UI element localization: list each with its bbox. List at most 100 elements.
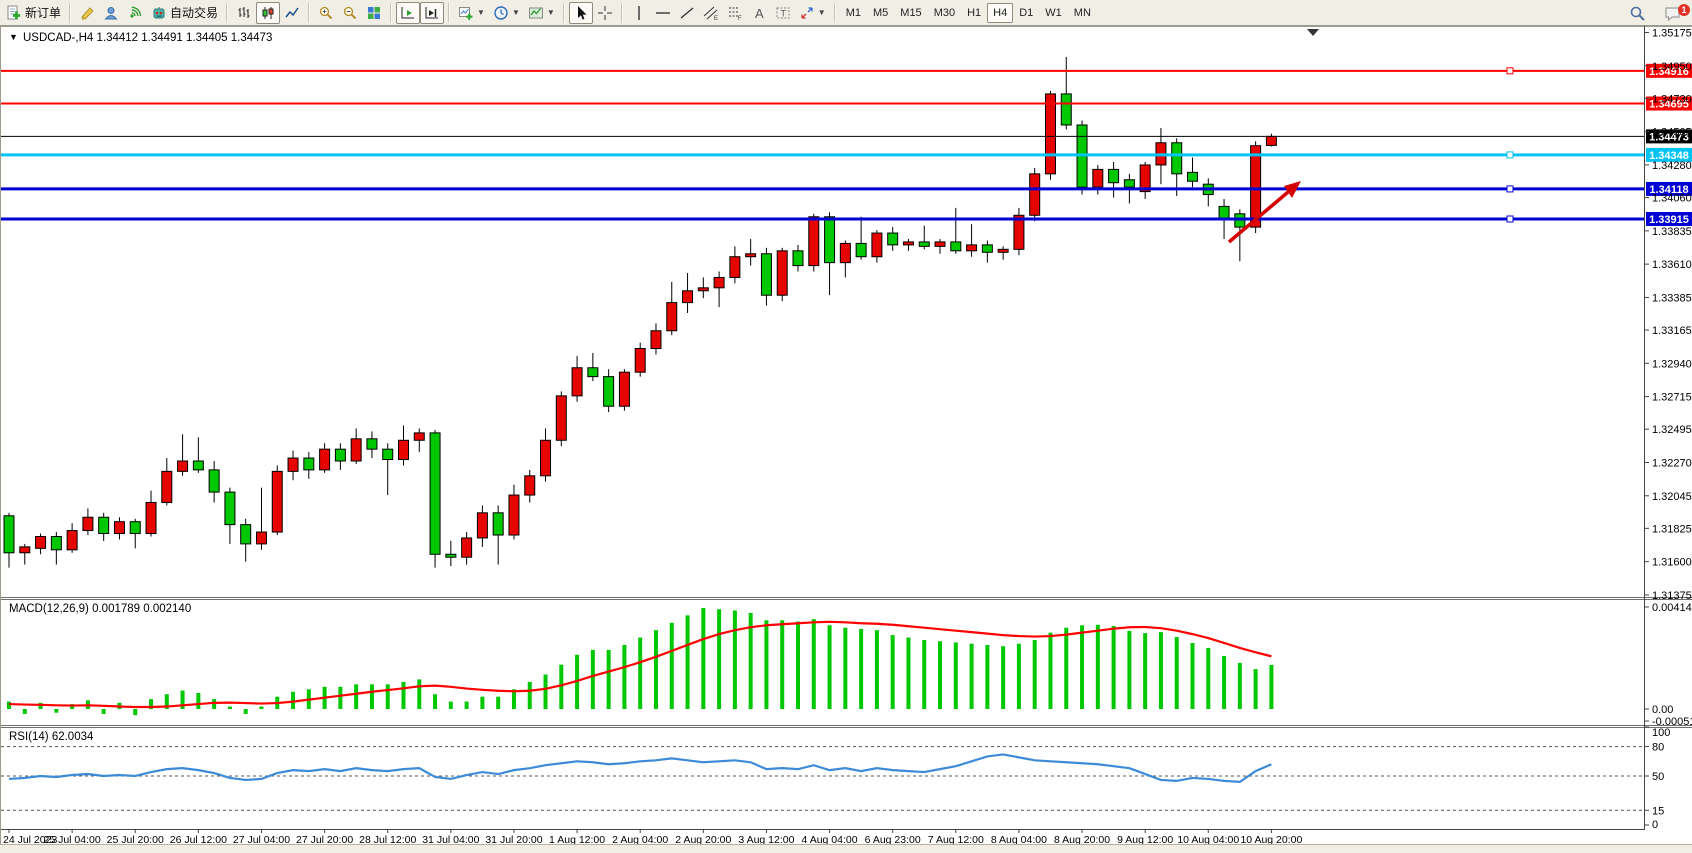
metaeditor-button[interactable] xyxy=(75,2,99,24)
svg-text:0.004142: 0.004142 xyxy=(1652,602,1692,614)
chevron-down-icon: ▼ xyxy=(477,8,485,17)
svg-text:28 Jul 12:00: 28 Jul 12:00 xyxy=(359,834,416,844)
svg-text:1.35175: 1.35175 xyxy=(1652,27,1692,39)
svg-text:8 Aug 20:00: 8 Aug 20:00 xyxy=(1054,834,1110,844)
candle-body xyxy=(793,251,803,266)
bar-chart-button[interactable] xyxy=(232,2,256,24)
community-button[interactable] xyxy=(99,2,123,24)
svg-text:1.32495: 1.32495 xyxy=(1652,424,1692,436)
svg-text:2 Aug 04:00: 2 Aug 04:00 xyxy=(612,834,668,844)
candle-body xyxy=(1266,136,1276,145)
candle-body xyxy=(130,522,140,534)
candle-body xyxy=(856,243,866,256)
vertical-line-tool-button[interactable] xyxy=(627,2,651,24)
channel-tool-button[interactable]: E xyxy=(699,2,723,24)
chat-button[interactable]: 1 xyxy=(1660,2,1686,24)
chart-shift-button[interactable] xyxy=(420,2,444,24)
svg-text:2 Aug 20:00: 2 Aug 20:00 xyxy=(675,834,731,844)
chart-window[interactable]: 1.349161.346951.344731.343481.341181.339… xyxy=(0,26,1692,844)
svg-text:6 Aug 23:00: 6 Aug 23:00 xyxy=(865,834,921,844)
cursor-tool-button[interactable] xyxy=(569,2,593,24)
fibonacci-tool-button[interactable]: F xyxy=(723,2,747,24)
new-chart-button[interactable]: ▼ xyxy=(454,2,489,24)
svg-text:31 Jul 04:00: 31 Jul 04:00 xyxy=(422,834,479,844)
line-handle[interactable] xyxy=(1507,216,1513,222)
profiles-button[interactable]: ▼ xyxy=(489,2,524,24)
candle-body xyxy=(146,502,156,533)
svg-text:1.33835: 1.33835 xyxy=(1652,226,1692,238)
candle-body xyxy=(556,396,566,440)
line-chart-button[interactable] xyxy=(280,2,304,24)
tab-timeframe-m5[interactable]: M5 xyxy=(867,3,894,23)
chart-canvas[interactable]: 1.349161.346951.344731.343481.341181.339… xyxy=(1,26,1692,844)
candle-body xyxy=(777,251,787,295)
channel-icon: E xyxy=(703,5,719,21)
svg-text:1.33165: 1.33165 xyxy=(1652,325,1692,337)
svg-text:10 Aug 04:00: 10 Aug 04:00 xyxy=(1177,834,1239,844)
svg-text:1.33385: 1.33385 xyxy=(1652,292,1692,304)
candle-body xyxy=(667,303,677,331)
vertical-line-icon xyxy=(631,5,647,21)
new-order-button[interactable]: 新订单 xyxy=(2,2,65,24)
candle-body xyxy=(840,243,850,262)
search-button[interactable] xyxy=(1625,2,1650,24)
zoom-out-button[interactable] xyxy=(338,2,362,24)
candle-body xyxy=(20,547,30,553)
new-chart-icon xyxy=(458,5,474,21)
svg-text:T: T xyxy=(780,8,786,18)
toolbar: 新订单 自动交易 ▼ ▼ ▼ E F A T ▼ M1M5M15M30H1H4D… xyxy=(0,0,1692,26)
tab-timeframe-m30[interactable]: M30 xyxy=(928,3,961,23)
price-badge-label: 1.33915 xyxy=(1649,214,1689,226)
svg-text:3 Aug 12:00: 3 Aug 12:00 xyxy=(738,834,794,844)
crosshair-tool-button[interactable] xyxy=(593,2,617,24)
line-handle[interactable] xyxy=(1507,152,1513,158)
tab-timeframe-m15[interactable]: M15 xyxy=(894,3,927,23)
templates-button[interactable]: ▼ xyxy=(524,2,559,24)
signals-button[interactable] xyxy=(123,2,147,24)
text-label-icon: T xyxy=(775,5,791,21)
svg-text:E: E xyxy=(714,16,718,21)
separator xyxy=(448,3,450,23)
tab-timeframe-h4[interactable]: H4 xyxy=(987,3,1013,23)
candle-body xyxy=(4,516,14,553)
arrows-tool-button[interactable]: ▼ xyxy=(795,2,830,24)
tile-windows-button[interactable] xyxy=(362,2,386,24)
trendline-tool-button[interactable] xyxy=(675,2,699,24)
candle-body xyxy=(998,249,1008,252)
one-click-collapse-icon[interactable]: ▼ xyxy=(9,32,18,42)
autotrading-button[interactable]: 自动交易 xyxy=(147,2,222,24)
horizontal-line-icon xyxy=(655,5,671,21)
horizontal-line-tool-button[interactable] xyxy=(651,2,675,24)
text-label-tool-button[interactable]: T xyxy=(771,2,795,24)
tab-timeframe-d1[interactable]: D1 xyxy=(1013,3,1039,23)
candle-body xyxy=(651,331,661,349)
zoom-out-icon xyxy=(342,5,358,21)
line-handle[interactable] xyxy=(1507,68,1513,74)
tab-timeframe-m1[interactable]: M1 xyxy=(840,3,867,23)
text-tool-button[interactable]: A xyxy=(747,2,771,24)
candle-body xyxy=(541,440,551,476)
svg-text:50: 50 xyxy=(1652,771,1664,783)
candle-body xyxy=(1109,169,1119,182)
candle-body xyxy=(572,368,582,396)
tab-timeframe-h1[interactable]: H1 xyxy=(961,3,987,23)
fibonacci-icon: F xyxy=(727,5,743,21)
zoom-in-button[interactable] xyxy=(314,2,338,24)
candle-body xyxy=(619,372,629,406)
notification-badge: 1 xyxy=(1678,4,1690,16)
candle-body xyxy=(67,531,77,550)
svg-text:1.31375: 1.31375 xyxy=(1652,590,1692,602)
line-handle[interactable] xyxy=(1507,186,1513,192)
candlestick-chart-button[interactable] xyxy=(256,2,280,24)
candle-body xyxy=(430,433,440,554)
tab-timeframe-mn[interactable]: MN xyxy=(1068,3,1097,23)
auto-scroll-button[interactable] xyxy=(396,2,420,24)
candle-body xyxy=(1045,94,1055,174)
chevron-down-icon: ▼ xyxy=(512,8,520,17)
macd-label: MACD(12,26,9) 0.001789 0.002140 xyxy=(9,603,191,615)
bar-chart-icon xyxy=(236,5,252,21)
trendline-icon xyxy=(679,5,695,21)
candle-body xyxy=(1172,143,1182,174)
candle-body xyxy=(951,242,961,251)
tab-timeframe-w1[interactable]: W1 xyxy=(1039,3,1068,23)
